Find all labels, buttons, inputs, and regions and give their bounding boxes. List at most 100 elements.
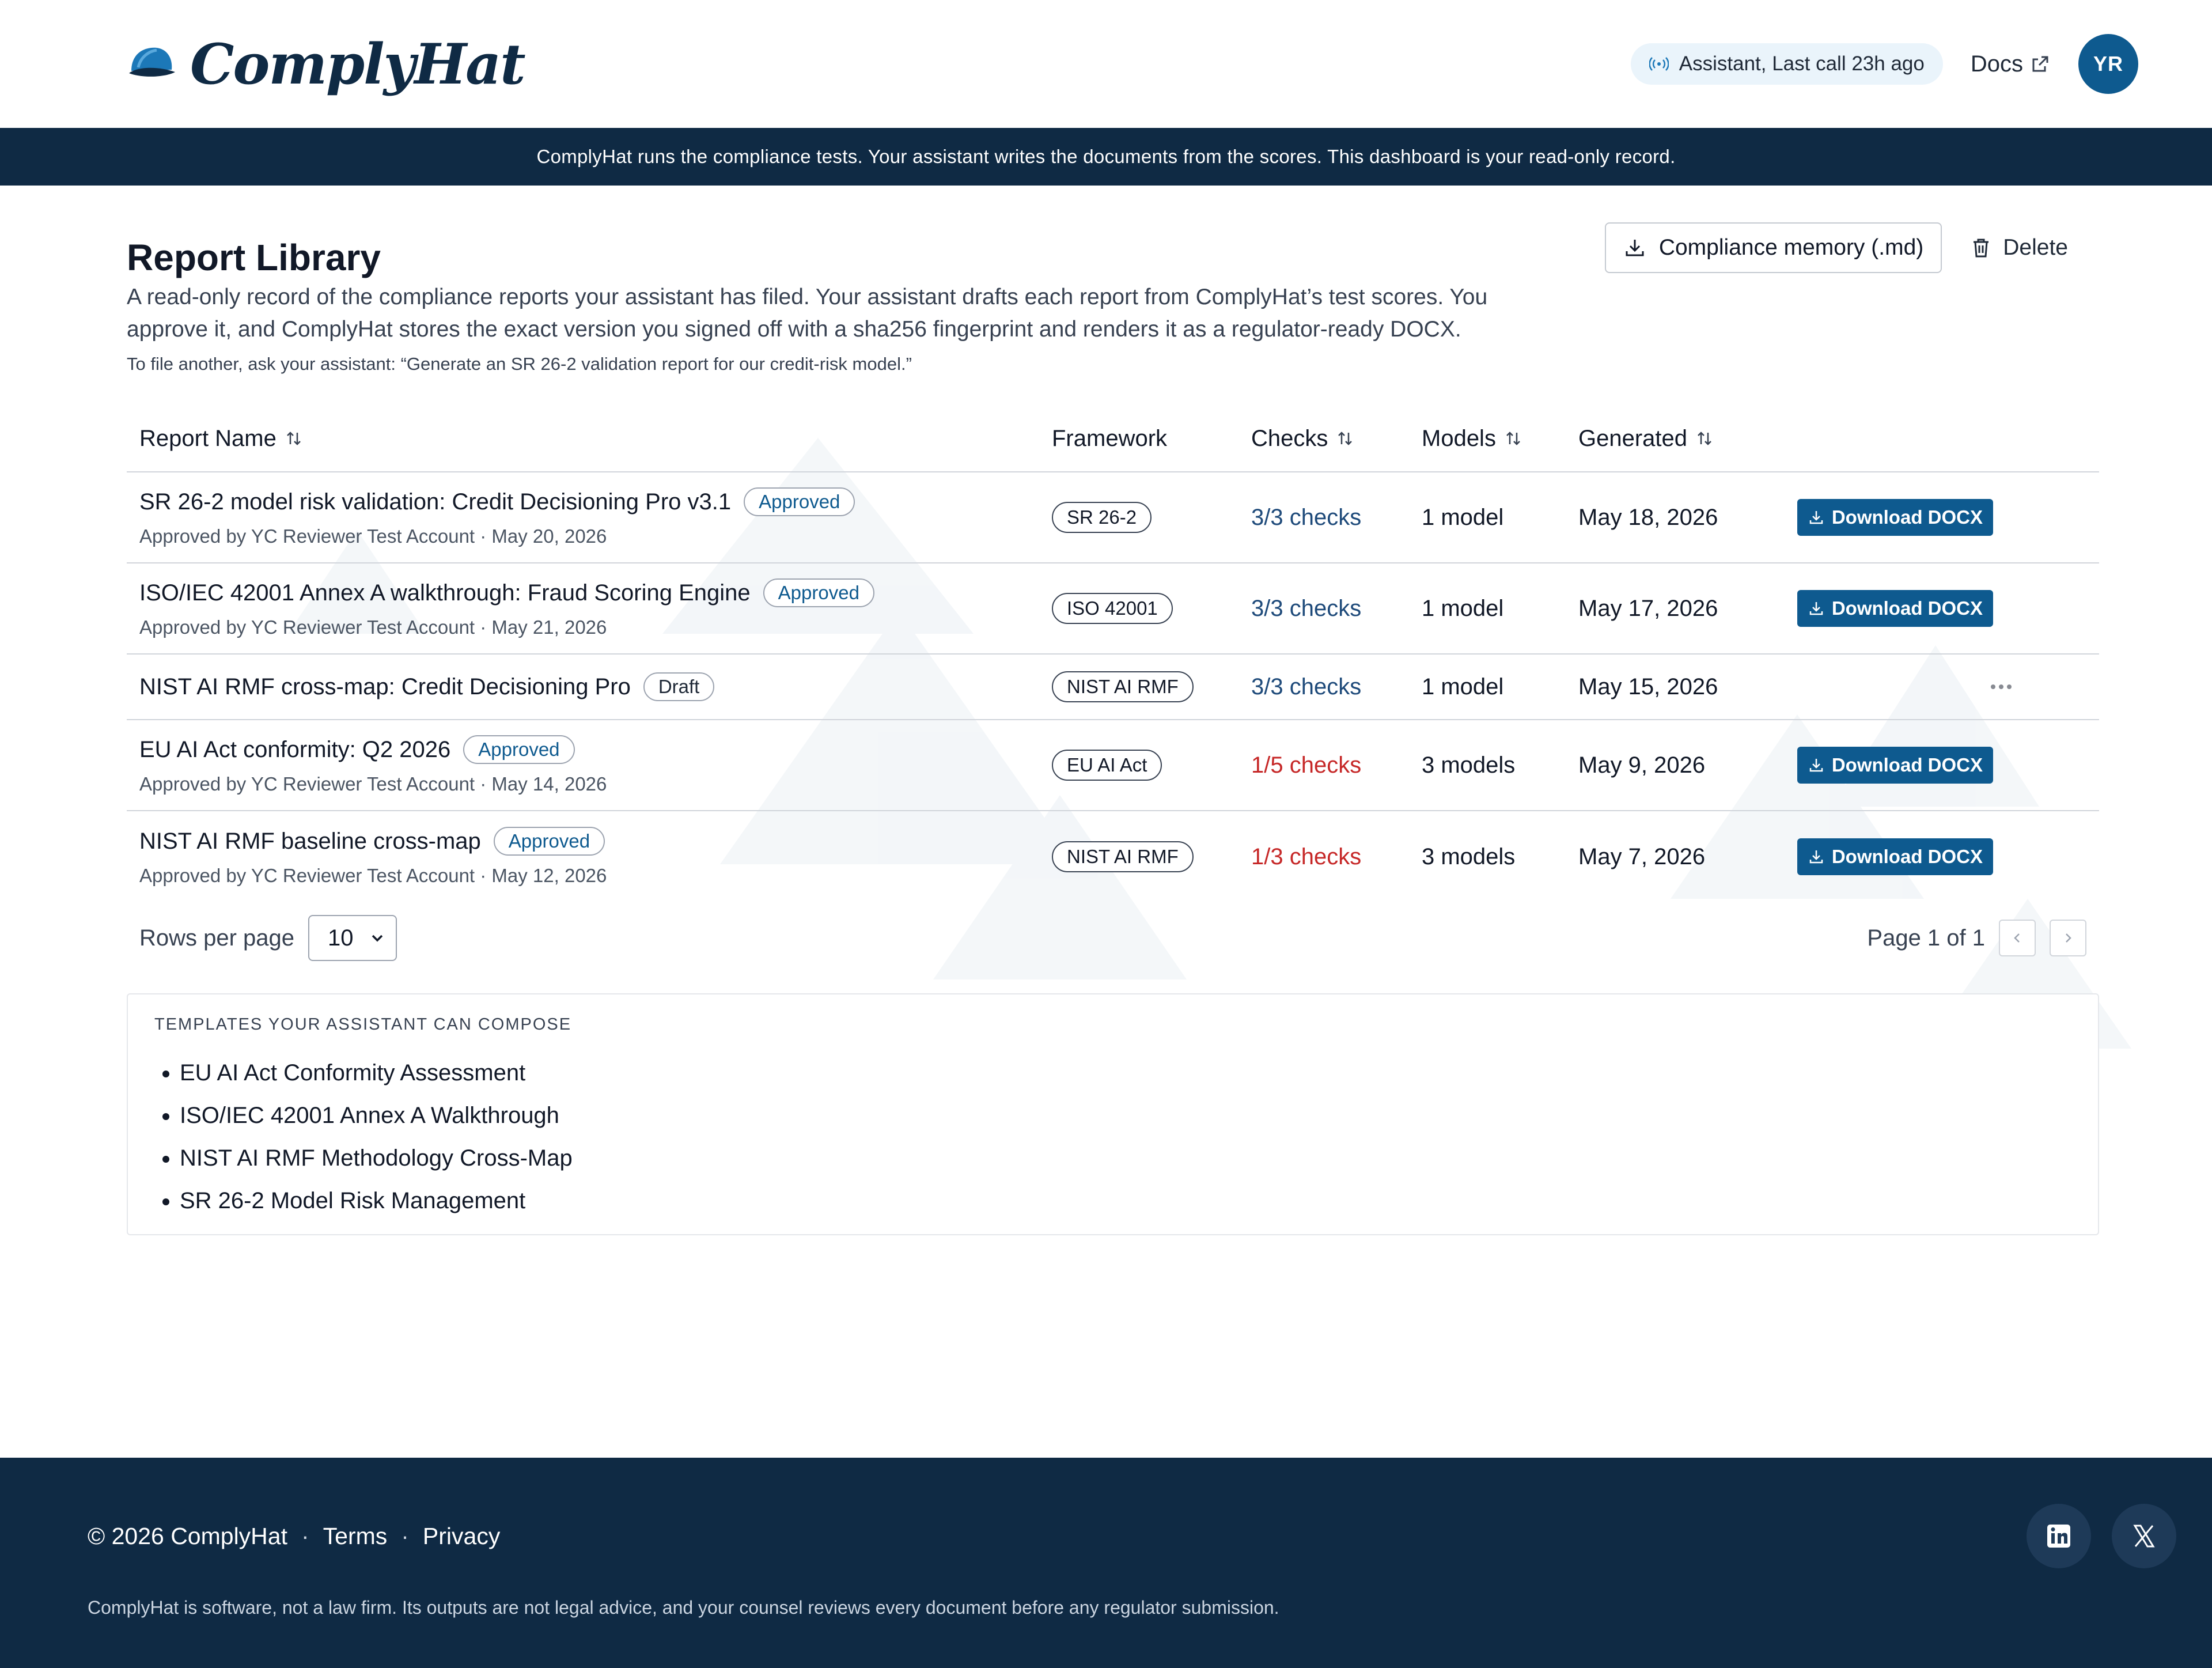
generated-date: May 7, 2026: [1578, 844, 1706, 869]
trash-icon: [1974, 239, 1989, 258]
delete-label: Delete: [2003, 235, 2068, 260]
generated-date: May 9, 2026: [1578, 752, 1706, 778]
privacy-link[interactable]: Privacy: [423, 1523, 500, 1550]
status-badge: Approved: [763, 578, 874, 607]
page-description: A read-only record of the compliance rep…: [127, 285, 1488, 342]
approval-info: Approved by YC Reviewer Test Account · M…: [139, 525, 607, 547]
models-count: 1 model: [1422, 595, 1504, 621]
table-row[interactable]: EU AI Act conformity: Q2 2026 Approved A…: [127, 720, 2099, 811]
rows-per-page-value: 10: [328, 925, 354, 951]
column-header-checks[interactable]: Checks: [1251, 426, 1422, 452]
user-avatar[interactable]: YR: [2078, 34, 2138, 94]
templates-list: EU AI Act Conformity Assessment ISO/IEC …: [154, 1052, 2071, 1222]
column-header-models[interactable]: Models: [1422, 426, 1578, 452]
chevron-down-icon: [372, 935, 383, 942]
page-indicator: Page 1 of 1: [1867, 925, 1985, 951]
external-link-icon: [2032, 56, 2048, 72]
brand[interactable]: ComplyHat: [127, 31, 526, 97]
column-label: Checks: [1251, 425, 1328, 451]
sort-arrows-icon: [1506, 432, 1520, 445]
template-item: NIST AI RMF Methodology Cross-Map: [180, 1137, 2071, 1179]
delete-button[interactable]: Delete: [1969, 235, 2068, 260]
column-label: Models: [1422, 425, 1496, 451]
template-item: SR 26-2 Model Risk Management: [180, 1179, 2071, 1222]
template-item: EU AI Act Conformity Assessment: [180, 1052, 2071, 1094]
checks-count: 3/3 checks: [1251, 595, 1362, 621]
models-count: 1 model: [1422, 674, 1504, 699]
framework-badge: SR 26-2: [1052, 502, 1152, 533]
rows-per-page-select[interactable]: 10: [308, 915, 397, 961]
separator-dot: ·: [301, 1522, 309, 1549]
table-row[interactable]: SR 26-2 model risk validation: Credit De…: [127, 472, 2099, 563]
assistant-status-text: Assistant, Last call 23h ago: [1679, 52, 1925, 75]
info-banner: ComplyHat runs the compliance tests. You…: [0, 128, 2212, 186]
separator-dot: ·: [401, 1522, 409, 1549]
column-header-report-name[interactable]: Report Name: [127, 426, 1052, 452]
download-docx-label: Download DOCX: [1831, 846, 1983, 867]
generated-date: May 17, 2026: [1578, 595, 1718, 621]
download-docx-button[interactable]: Download DOCX: [1797, 590, 1993, 627]
checks-count: 3/3 checks: [1251, 504, 1362, 530]
previous-page-button[interactable]: [1999, 920, 2036, 956]
checks-count: 1/5 checks: [1251, 752, 1362, 778]
page-hint: To file another, ask your assistant: “Ge…: [127, 354, 912, 374]
chevron-right-icon: [2066, 933, 2071, 943]
broadcast-icon: [1649, 57, 1669, 71]
docs-link[interactable]: Docs: [1971, 51, 2051, 77]
report-name[interactable]: NIST AI RMF cross-map: Credit Decisionin…: [139, 674, 631, 700]
table-row[interactable]: NIST AI RMF cross-map: Credit Decisionin…: [127, 655, 2099, 720]
baseball-cap-icon: [129, 47, 175, 77]
framework-badge: NIST AI RMF: [1052, 841, 1194, 872]
assistant-status-badge[interactable]: Assistant, Last call 23h ago: [1630, 43, 1943, 85]
download-icon: [1626, 240, 1644, 256]
status-badge: Draft: [643, 672, 715, 701]
download-docx-label: Download DOCX: [1831, 506, 1983, 528]
status-badge: Approved: [493, 827, 605, 856]
approval-info: Approved by YC Reviewer Test Account · M…: [139, 773, 607, 795]
footer: © 2026 ComplyHat · Terms · Privacy Compl…: [0, 1458, 2212, 1668]
brand-name: ComplyHat: [190, 31, 526, 97]
download-icon: [1809, 602, 1823, 615]
compliance-memory-button[interactable]: Compliance memory (.md): [1604, 222, 1942, 273]
main-content: Report Library Compliance memory (.md) D…: [0, 186, 2212, 1235]
column-header-generated[interactable]: Generated: [1578, 426, 1820, 452]
framework-badge: NIST AI RMF: [1052, 671, 1194, 702]
models-count: 1 model: [1422, 504, 1504, 530]
checks-count: 3/3 checks: [1251, 674, 1362, 699]
download-docx-label: Download DOCX: [1831, 597, 1983, 619]
table-row[interactable]: ISO/IEC 42001 Annex A walkthrough: Fraud…: [127, 563, 2099, 655]
report-name[interactable]: ISO/IEC 42001 Annex A walkthrough: Fraud…: [139, 580, 751, 606]
rows-per-page-label: Rows per page: [139, 925, 295, 951]
legal-disclaimer: ComplyHat is software, not a law firm. I…: [88, 1597, 1279, 1618]
x-button[interactable]: [2112, 1504, 2176, 1568]
download-icon: [1809, 511, 1823, 524]
report-name[interactable]: EU AI Act conformity: Q2 2026: [139, 737, 450, 763]
download-docx-button[interactable]: Download DOCX: [1797, 838, 1993, 875]
template-item: ISO/IEC 42001 Annex A Walkthrough: [180, 1094, 2071, 1137]
status-badge: Approved: [463, 735, 575, 764]
column-header-framework: Framework: [1052, 426, 1251, 452]
models-count: 3 models: [1422, 752, 1516, 778]
sort-arrows-icon: [1338, 432, 1353, 445]
download-docx-button[interactable]: Download DOCX: [1797, 499, 1993, 536]
terms-link[interactable]: Terms: [323, 1523, 388, 1550]
download-docx-label: Download DOCX: [1831, 754, 1983, 776]
copyright: © 2026 ComplyHat: [88, 1522, 287, 1549]
next-page-button[interactable]: [2050, 920, 2086, 956]
report-name[interactable]: SR 26-2 model risk validation: Credit De…: [139, 489, 731, 515]
docs-label: Docs: [1970, 51, 2023, 77]
reports-table: Report Name Framework Checks Models Gene…: [127, 406, 2099, 902]
column-label: Generated: [1578, 425, 1688, 451]
more-horizontal-icon[interactable]: [1990, 683, 2013, 690]
download-icon: [1809, 759, 1823, 772]
sort-arrows-icon: [1698, 432, 1711, 445]
linkedin-icon: [2047, 1525, 2070, 1548]
approval-info: Approved by YC Reviewer Test Account · M…: [139, 616, 607, 638]
page-title: Report Library: [127, 237, 381, 278]
download-docx-button[interactable]: Download DOCX: [1797, 747, 1993, 784]
top-header: ComplyHat Assistant, Last call 23h ago D…: [0, 0, 2212, 128]
linkedin-button[interactable]: [2027, 1504, 2091, 1568]
column-label: Report Name: [139, 425, 276, 451]
report-name[interactable]: NIST AI RMF baseline cross-map: [139, 829, 481, 854]
table-row[interactable]: NIST AI RMF baseline cross-map Approved …: [127, 811, 2099, 902]
